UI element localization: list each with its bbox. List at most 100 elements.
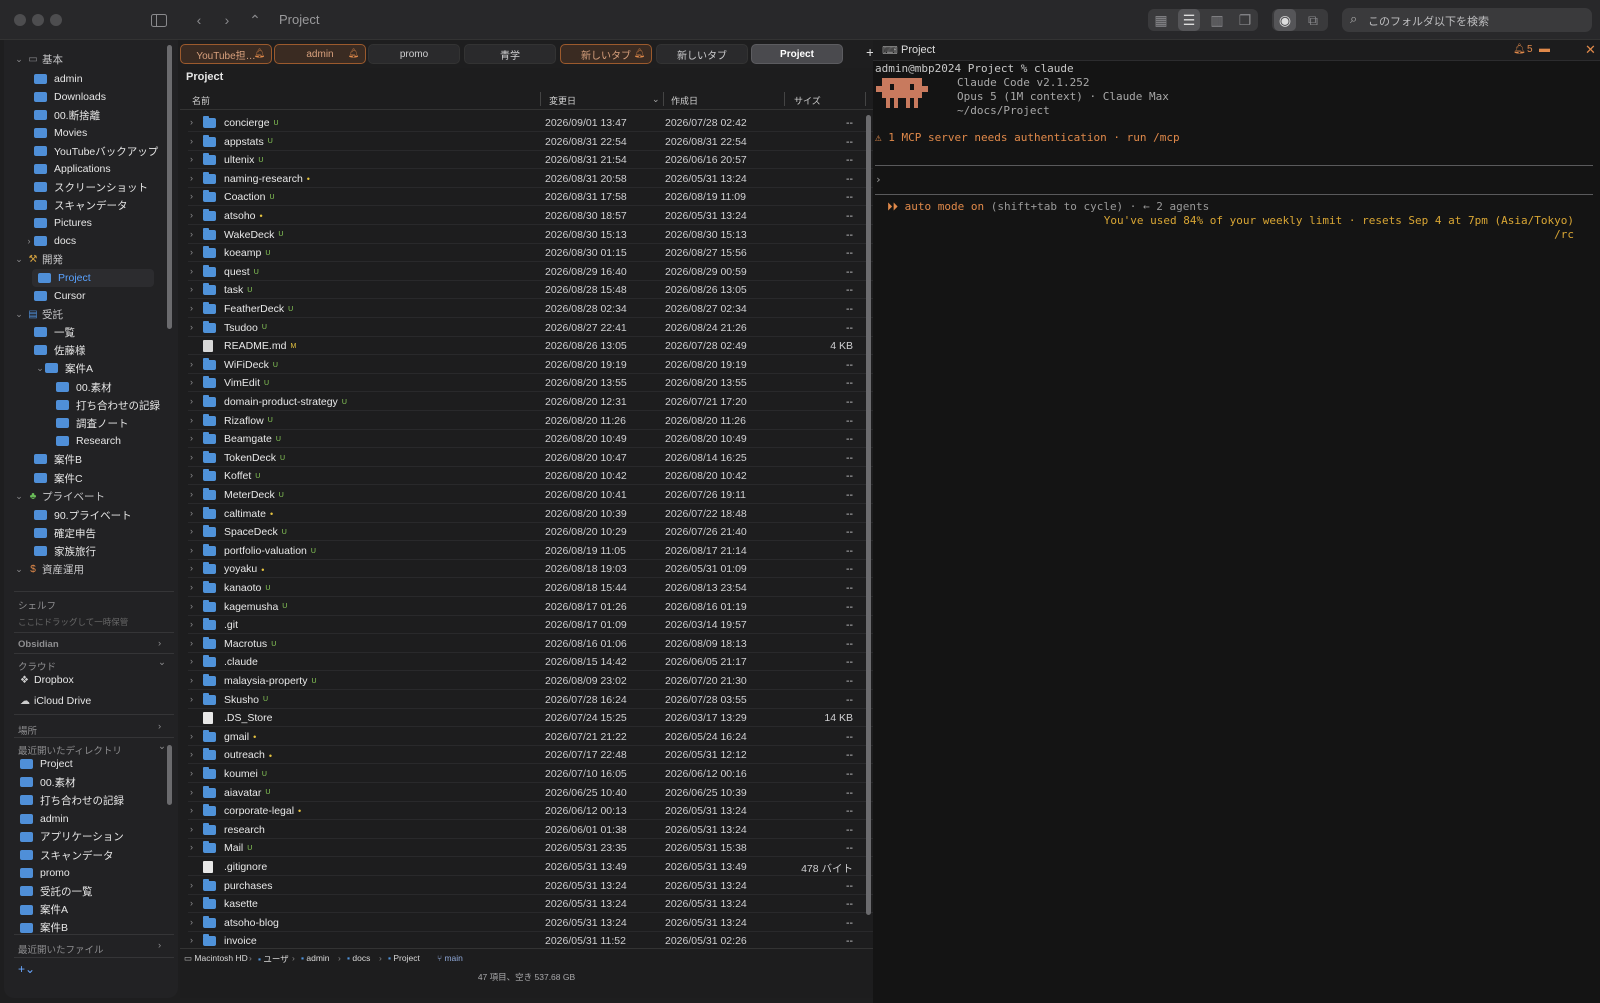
tab-6[interactable]: Project (751, 44, 843, 64)
sidebar-item[interactable]: Applications (24, 160, 111, 178)
table-row[interactable]: › TokenDeck U 2026/08/20 10:47 2026/08/14 16… (188, 449, 873, 467)
disclosure-chevron-icon[interactable]: › (190, 284, 200, 294)
git-branch[interactable]: ⑂ main (437, 953, 463, 963)
table-row[interactable]: › atsoho-blog 2026/05/31 13:24 2026/05/31 1… (188, 914, 873, 932)
gallery-view-icon[interactable]: ❐ (1234, 9, 1256, 31)
chevron-down-icon[interactable]: ⌄ (14, 54, 24, 65)
sidebar-item[interactable]: 90.プライベート (24, 506, 132, 524)
back-arrow-icon[interactable]: ‹ (188, 9, 210, 31)
sidebar-item[interactable]: 確定申告 (24, 524, 96, 542)
breadcrumb-item[interactable]: ▪ Project (388, 953, 420, 963)
table-row[interactable]: › caltimate • 2026/08/20 10:39 2026/07/22 18… (188, 505, 873, 523)
table-row[interactable]: › research 2026/06/01 01:38 2026/05/31 13:2… (188, 821, 873, 839)
disclosure-chevron-icon[interactable]: › (190, 842, 200, 852)
sidebar-item[interactable]: Research (46, 432, 121, 450)
sidebar-item[interactable]: スクリーンショット (24, 178, 148, 196)
sidebar-group-28[interactable]: ⌄ $ 資産運用 (14, 560, 84, 578)
disclosure-chevron-icon[interactable]: › (190, 433, 200, 443)
tab-1[interactable]: admin 🔔︎ (274, 44, 366, 64)
input-caret[interactable]: › (875, 173, 882, 186)
disclosure-chevron-icon[interactable]: › (190, 749, 200, 759)
disclosure-chevron-icon[interactable]: › (190, 935, 200, 945)
recent-files-section[interactable]: 最近開いたファイル (18, 942, 104, 956)
disclosure-chevron-icon[interactable]: › (190, 656, 200, 666)
table-row[interactable]: › naming-research • 2026/08/31 20:58 2026/05… (188, 170, 873, 188)
disclosure-chevron-icon[interactable]: › (190, 768, 200, 778)
zoom-window-button[interactable] (50, 14, 62, 26)
eye-icon[interactable]: ◉ (1274, 9, 1296, 31)
disclosure-chevron-icon[interactable]: › (190, 694, 200, 704)
add-button[interactable]: +⌄ (18, 962, 35, 976)
chevron-icon[interactable]: ⌄ (35, 363, 45, 374)
disclosure-chevron-icon[interactable]: › (190, 303, 200, 313)
disclosure-chevron-icon[interactable]: › (190, 675, 200, 685)
chevron-down-icon[interactable]: ⌄ (158, 741, 166, 752)
table-row[interactable]: › gmail • 2026/07/21 21:22 2026/05/24 16:24 -… (188, 728, 873, 746)
sidebar-item-icloud[interactable]: ☁ iCloud Drive (20, 692, 91, 710)
disclosure-chevron-icon[interactable]: › (190, 415, 200, 425)
table-row[interactable]: › Beamgate U 2026/08/20 10:49 2026/08/20 10:… (188, 430, 873, 449)
disclosure-chevron-icon[interactable]: › (190, 526, 200, 536)
table-row[interactable]: › portfolio-valuation U 2026/08/19 11:05 202… (188, 542, 873, 560)
disclosure-chevron-icon[interactable]: › (190, 619, 200, 629)
disclosure-chevron-icon[interactable]: › (190, 229, 200, 239)
disclosure-chevron-icon[interactable]: › (190, 638, 200, 648)
table-row[interactable]: › SpaceDeck U 2026/08/20 10:29 2026/07/26 21… (188, 523, 873, 542)
sidebar-item[interactable]: 打ち合わせの記録 (46, 396, 160, 414)
disclosure-chevron-icon[interactable]: › (190, 247, 200, 257)
sidebar-item[interactable]: Cursor (24, 287, 86, 305)
recent-dir-item[interactable]: promo (20, 864, 70, 882)
sidebar-toggle-icon[interactable] (148, 9, 170, 31)
disclosure-chevron-icon[interactable]: › (190, 880, 200, 890)
sidebar-item[interactable]: admin (24, 70, 83, 88)
recent-dir-item[interactable]: 受託の一覧 (20, 882, 93, 900)
disclosure-chevron-icon[interactable]: › (190, 377, 200, 387)
window-icon[interactable]: ▬ (1539, 43, 1550, 55)
sidebar-item[interactable]: 00.断捨離 (24, 106, 100, 124)
tab-0[interactable]: YouTube担… 🔔︎ (180, 44, 272, 64)
table-row[interactable]: README.md M 2026/08/26 13:05 2026/07/28 02:… (188, 337, 873, 356)
disclosure-chevron-icon[interactable]: › (190, 582, 200, 592)
disclosure-chevron-icon[interactable]: › (190, 396, 200, 406)
recent-dir-item[interactable]: Project (20, 755, 73, 773)
disclosure-chevron-icon[interactable]: › (190, 805, 200, 815)
chevron-down-icon[interactable]: ⌄ (14, 309, 24, 320)
sidebar-item[interactable]: YouTubeバックアップ (24, 142, 158, 160)
column-name[interactable]: 名前 (192, 94, 210, 107)
disclosure-chevron-icon[interactable]: › (190, 545, 200, 555)
disclosure-chevron-icon[interactable]: › (190, 787, 200, 797)
recent-dir-item[interactable]: 00.素材 (20, 773, 76, 791)
disclosure-chevron-icon[interactable]: › (190, 359, 200, 369)
disclosure-chevron-icon[interactable]: › (190, 136, 200, 146)
table-row[interactable]: › task U 2026/08/28 15:48 2026/08/26 13:05 -- (188, 281, 873, 300)
disclosure-chevron-icon[interactable]: › (190, 508, 200, 518)
sidebar-item-dropbox[interactable]: ❖ Dropbox (20, 671, 74, 689)
table-row[interactable]: › Mail U 2026/05/31 23:35 2026/05/31 15:38 -- (188, 839, 873, 858)
table-row[interactable]: › kagemusha U 2026/08/17 01:26 2026/08/16 01… (188, 598, 873, 616)
table-row[interactable]: › .git 2026/08/17 01:09 2026/03/14 19:57 -- (188, 616, 873, 635)
table-row[interactable]: › ultenix U 2026/08/31 21:54 2026/06/16 20:5… (188, 151, 873, 170)
disclosure-chevron-icon[interactable]: › (190, 731, 200, 741)
table-row[interactable]: › koeamp U 2026/08/30 01:15 2026/08/27 15:56… (188, 244, 873, 263)
sidebar-item[interactable]: › docs (24, 232, 77, 250)
chevron-right-icon[interactable]: › (158, 638, 161, 649)
up-arrow-icon[interactable]: ⌃ (244, 9, 266, 31)
forward-arrow-icon[interactable]: › (216, 9, 238, 31)
sidebar-item[interactable]: ⌄ 案件A (35, 359, 93, 377)
sidebar-group-14[interactable]: ⌄ ▤ 受託 (14, 305, 63, 323)
sidebar-item[interactable]: Project (32, 269, 154, 287)
sidebar-item[interactable]: 調査ノート (46, 414, 129, 432)
bell-icon[interactable]: 🔔︎ (1513, 44, 1526, 55)
table-row[interactable]: › invoice 2026/05/31 11:52 2026/05/31 02:26… (188, 932, 873, 948)
file-list-scrollbar[interactable] (866, 115, 871, 915)
table-row[interactable]: › Tsudoo U 2026/08/27 22:41 2026/08/24 21:26… (188, 319, 873, 337)
table-row[interactable]: › .claude 2026/08/15 14:42 2026/06/05 21:17… (188, 653, 873, 672)
table-row[interactable]: › appstats U 2026/08/31 22:54 2026/08/31 22:… (188, 133, 873, 151)
breadcrumb-item[interactable]: ▪ admin (301, 953, 330, 963)
table-row[interactable]: › Coaction U 2026/08/31 17:58 2026/08/19 11:… (188, 188, 873, 207)
tab-2[interactable]: promo (368, 44, 460, 64)
table-row[interactable]: › malaysia-property U 2026/08/09 23:02 2026/… (188, 672, 873, 690)
column-view-icon[interactable]: ▥ (1206, 9, 1228, 31)
minimize-window-button[interactable] (32, 14, 44, 26)
disclosure-chevron-icon[interactable]: › (190, 601, 200, 611)
